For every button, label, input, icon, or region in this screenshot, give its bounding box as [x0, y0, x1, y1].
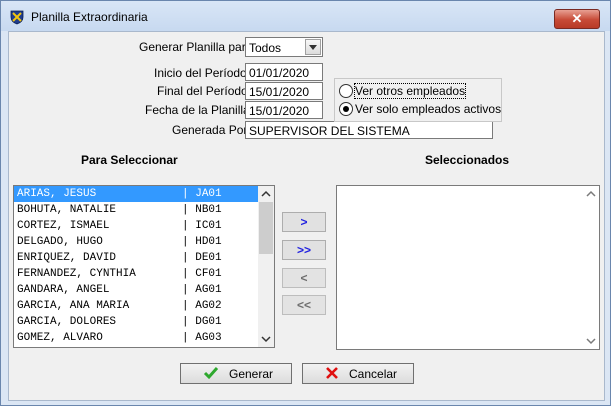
selected-employees-list[interactable]	[336, 185, 600, 350]
list-item[interactable]: DELGADO, HUGO | HD01	[14, 234, 274, 250]
remove-all-button[interactable]: <<	[282, 295, 326, 315]
generar-label: Generar Planilla para:	[139, 40, 256, 54]
generada-field[interactable]: SUPERVISOR DEL SISTEMA	[245, 121, 493, 139]
checkmark-icon	[203, 366, 219, 383]
scroll-down-icon[interactable]	[258, 331, 274, 347]
radio-activos-label: Ver solo empleados activos	[355, 101, 502, 116]
list-item[interactable]: GANDARA, ANGEL | AG01	[14, 282, 274, 298]
radio-otros-label: Ver otros empleados	[353, 82, 467, 99]
cancelar-button[interactable]: Cancelar	[302, 363, 414, 384]
generar-select[interactable]: Todos	[245, 37, 323, 57]
dialog-body: Generar Planilla para: Todos Inicio del …	[8, 31, 605, 401]
list-item[interactable]: BOHUTA, NATALIE | NB01	[14, 202, 274, 218]
add-one-button[interactable]: >	[282, 212, 326, 232]
generar-select-value: Todos	[249, 41, 282, 55]
right-list-header: Seleccionados	[425, 153, 510, 167]
generada-label: Generada Por:	[172, 123, 251, 137]
inicio-field[interactable]: 01/01/2020	[245, 63, 323, 81]
scroll-up-icon[interactable]	[258, 186, 274, 202]
close-button[interactable]: ✕	[554, 9, 600, 29]
list-item[interactable]: ENRIQUEZ, DAVID | DE01	[14, 250, 274, 266]
inicio-label: Inicio del Período:	[154, 66, 251, 80]
dialog-window: Planilla Extraordinaria ✕ Generar Planil…	[0, 0, 611, 406]
fecha-field[interactable]: 15/01/2020	[245, 101, 323, 119]
cancel-x-icon	[325, 366, 339, 383]
list-item[interactable]: GOMEZ, ALVARO | AG03	[14, 330, 274, 346]
cancelar-button-label: Cancelar	[349, 367, 398, 381]
radio-activos[interactable]: Ver solo empleados activos	[339, 101, 501, 117]
close-icon: ✕	[571, 11, 583, 26]
scroll-down-icon[interactable]	[583, 333, 599, 349]
left-scrollbar[interactable]	[258, 186, 274, 347]
title-bar[interactable]: Planilla Extraordinaria ✕	[1, 1, 610, 31]
remove-one-button[interactable]: <	[282, 268, 326, 288]
radio-otros[interactable]: Ver otros empleados	[339, 82, 467, 99]
generar-button[interactable]: Generar	[180, 363, 292, 384]
generar-button-label: Generar	[229, 367, 274, 381]
add-all-button[interactable]: >>	[282, 240, 326, 260]
app-icon	[9, 9, 25, 25]
available-rows: ARIAS, JESUS | JA01 BOHUTA, NATALIE | NB0…	[14, 186, 274, 346]
window-title: Planilla Extraordinaria	[31, 10, 148, 24]
list-item[interactable]: GARCIA, DOLORES | DG01	[14, 314, 274, 330]
radio-otros-button[interactable]	[339, 83, 353, 98]
left-list-header: Para Seleccionar	[81, 153, 178, 167]
final-field[interactable]: 15/01/2020	[245, 82, 323, 100]
scroll-thumb[interactable]	[259, 202, 273, 254]
list-item[interactable]: FERNANDEZ, CYNTHIA | CF01	[14, 266, 274, 282]
radio-activos-button[interactable]	[339, 101, 353, 116]
available-employees-list[interactable]: ARIAS, JESUS | JA01 BOHUTA, NATALIE | NB0…	[13, 185, 275, 348]
list-item[interactable]: CORTEZ, ISMAEL | IC01	[14, 218, 274, 234]
fecha-label: Fecha de la Planilla:	[145, 103, 254, 117]
final-label: Final del Período:	[157, 84, 252, 98]
list-item[interactable]: ARIAS, JESUS | JA01	[14, 186, 274, 202]
right-scrollbar[interactable]	[583, 186, 599, 349]
scroll-up-icon[interactable]	[583, 186, 599, 202]
list-item[interactable]: GARCIA, ANA MARIA | AG02	[14, 298, 274, 314]
filter-radio-group: Ver otros empleados Ver solo empleados a…	[334, 78, 502, 122]
chevron-down-icon[interactable]	[305, 39, 321, 55]
